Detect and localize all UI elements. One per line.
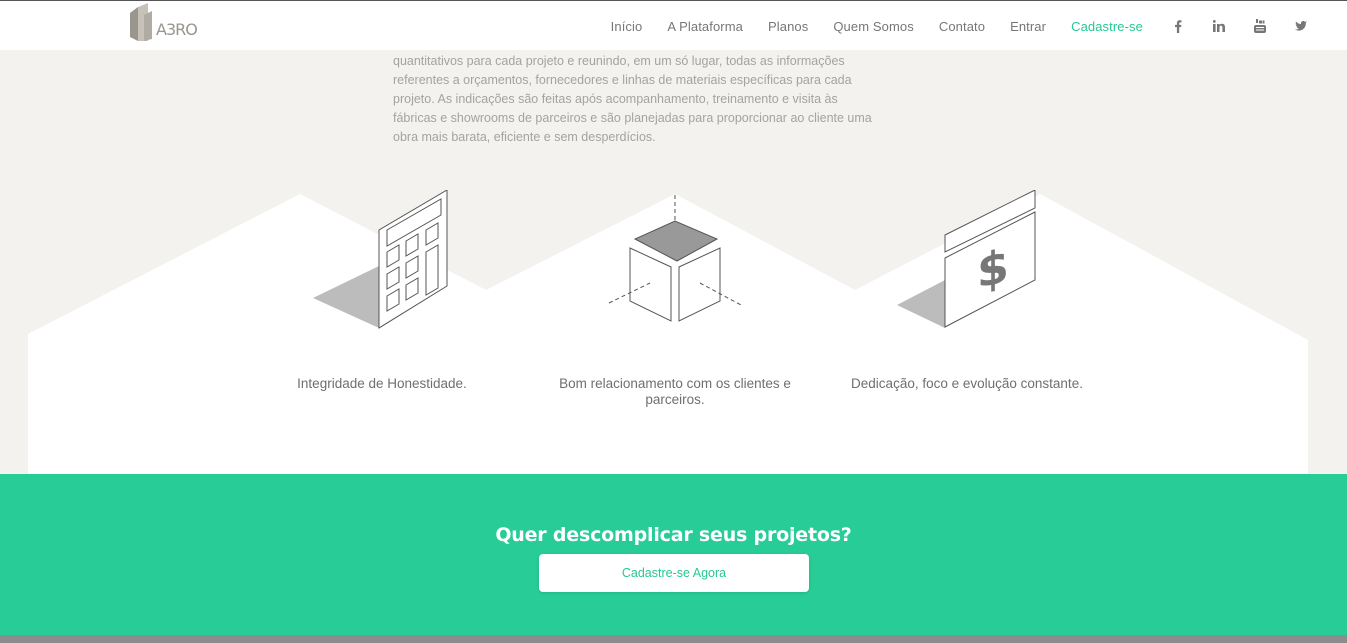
linkedin-icon[interactable]	[1209, 16, 1229, 36]
social-links	[1168, 16, 1311, 36]
nav-cadastre-se[interactable]: Cadastre-se	[1071, 19, 1143, 34]
svg-text:$: $	[977, 239, 1009, 299]
signup-now-button[interactable]: Cadastre-se Agora	[539, 554, 809, 592]
value-label-integrity: Integridade de Honestidade.	[297, 376, 467, 391]
cta-section: Quer descomplicar seus projetos? Cadastr…	[0, 474, 1347, 635]
value-label-relationship: Bom relacionamento com os clientes e par…	[559, 376, 791, 407]
calculator-icon	[313, 190, 448, 329]
nav-entrar[interactable]: Entrar	[1010, 19, 1046, 34]
logo-text: A3RO	[156, 20, 197, 39]
nav-planos[interactable]: Planos	[768, 19, 808, 34]
main-nav: Início A Plataforma Planos Quem Somos Co…	[611, 1, 1347, 51]
value-label-dedication: Dedicação, foco e evolução constante.	[851, 376, 1083, 391]
footer-strip	[0, 635, 1347, 643]
twitter-icon[interactable]	[1291, 16, 1311, 36]
top-navigation-bar: A3RO Início A Plataforma Planos Quem Som…	[0, 0, 1347, 50]
brand-logo[interactable]: A3RO	[130, 3, 200, 43]
cube-icon	[608, 195, 742, 322]
nav-contato[interactable]: Contato	[939, 19, 985, 34]
nav-a-plataforma[interactable]: A Plataforma	[667, 19, 743, 34]
nav-inicio[interactable]: Início	[611, 19, 643, 34]
nav-quem-somos[interactable]: Quem Somos	[833, 19, 913, 34]
about-paragraph: quantitativos para cada projeto e reunin…	[393, 54, 872, 144]
cta-title: Quer descomplicar seus projetos?	[495, 524, 852, 546]
dollar-bill-icon: $	[897, 190, 1036, 328]
youtube-icon[interactable]	[1250, 16, 1270, 36]
facebook-icon[interactable]	[1168, 16, 1188, 36]
